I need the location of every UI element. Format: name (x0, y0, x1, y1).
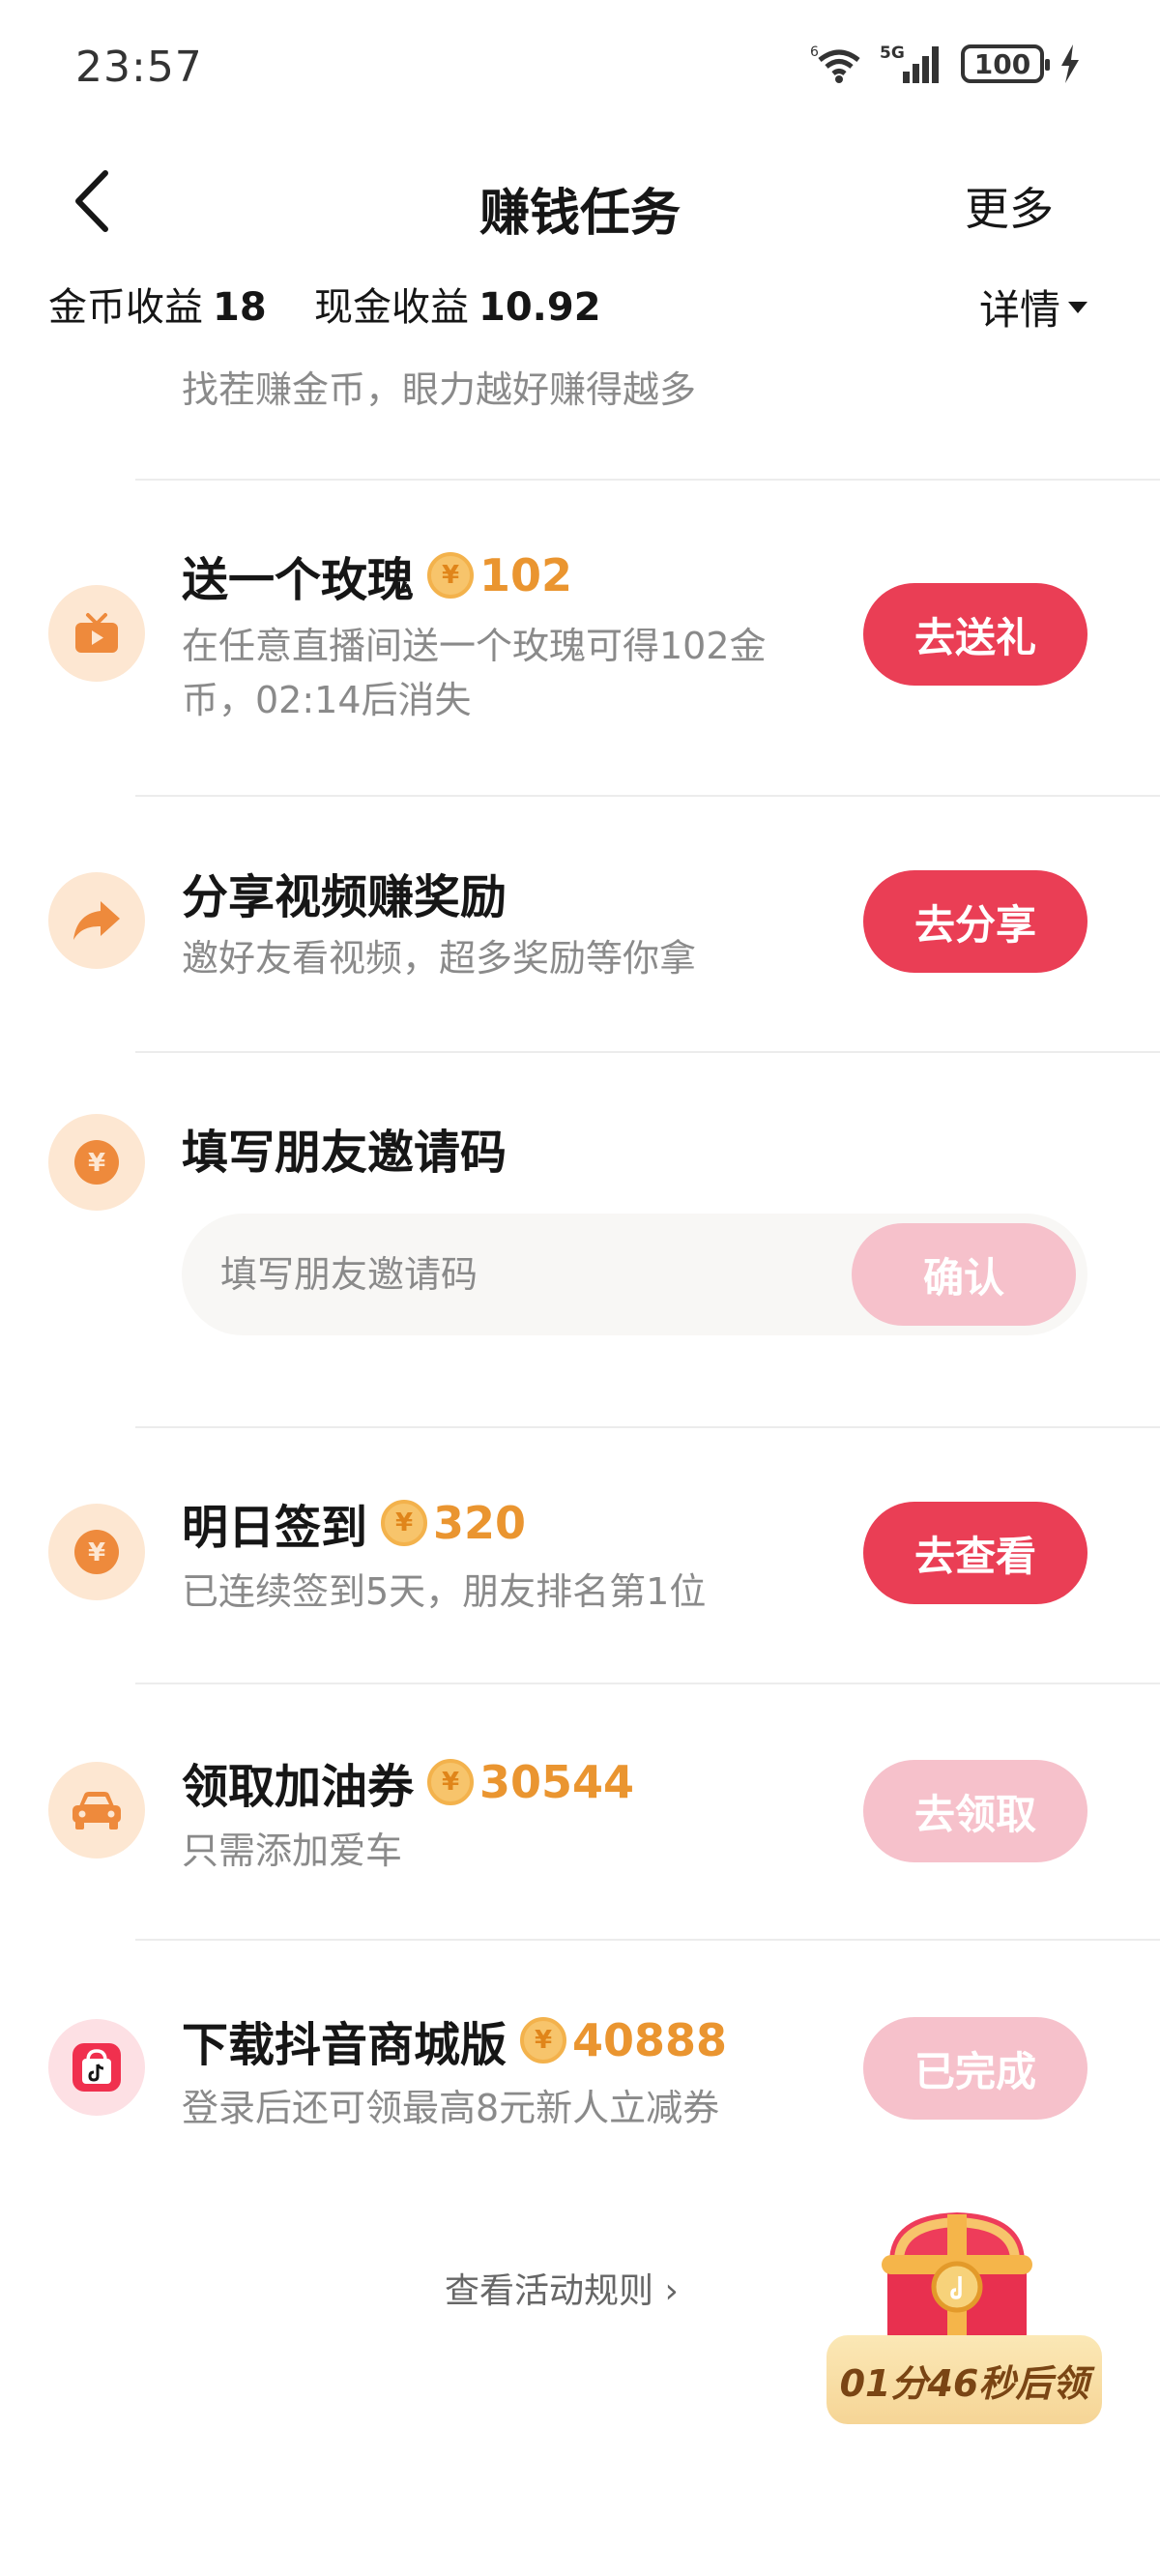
view-button[interactable]: 去查看 (863, 1502, 1088, 1604)
confirm-button[interactable]: 确认 (852, 1223, 1076, 1326)
invite-code-input[interactable] (220, 1245, 762, 1303)
car-icon-badge (48, 1762, 145, 1859)
claim-button[interactable]: 去领取 (863, 1760, 1088, 1862)
coin-icon-badge: ¥ (48, 1114, 145, 1211)
status-icons: 6 5G 100 (810, 43, 1083, 85)
coin-earnings-label: 金币收益 (48, 285, 203, 330)
chest-countdown[interactable]: 01分46秒后领 (826, 2335, 1102, 2424)
task-reward: 30544 (479, 1756, 635, 1808)
divider (135, 1939, 1160, 1941)
task-reward: 102 (479, 549, 573, 601)
wifi-icon: 6 (810, 44, 860, 83)
task-title: 领取加油券 (182, 1760, 415, 1814)
share-arrow-icon (73, 901, 120, 940)
details-label: 详情 (978, 286, 1060, 334)
task-desc: 只需添加爱车 (182, 1830, 403, 1872)
task-reward: 40888 (572, 2014, 728, 2066)
nav-bar: 赚钱任务 更多 (0, 135, 1160, 271)
share-icon-badge (48, 872, 145, 969)
partial-task-desc: 找茬赚金币，眼力越好赚得越多 (182, 368, 697, 411)
task-title: 送一个玫瑰 (182, 553, 415, 607)
task-desc: 登录后还可领最高8元新人立减券 (182, 2087, 720, 2129)
coin-earnings: 金币收益 18 (48, 276, 267, 332)
cash-earnings-value: 10.92 (478, 285, 601, 330)
signal-5g-icon: 5G (880, 44, 939, 83)
task-desc-line: 在任意直播间送一个玫瑰可得102金 (182, 625, 767, 667)
caret-down-icon (1068, 301, 1088, 313)
earnings-summary: 金币收益 18 现金收益 10.92 详情 (0, 266, 1160, 359)
share-button[interactable]: 去分享 (863, 870, 1088, 973)
divider (135, 1683, 1160, 1684)
yuan-coin-icon: ¥ (74, 1140, 119, 1185)
battery-indicator: 100 (961, 44, 1050, 83)
mall-icon-badge (48, 2019, 145, 2116)
completed-button[interactable]: 已完成 (863, 2017, 1088, 2120)
shopping-bag-icon (72, 2043, 121, 2092)
task-desc: 已连续签到5天，朋友排名第1位 (182, 1570, 707, 1613)
task-desc-line: 币，02:14后消失 (182, 679, 472, 721)
activity-rules-link[interactable]: 查看活动规则 › (445, 2263, 679, 2313)
cash-earnings-label: 现金收益 (314, 285, 469, 330)
task-title: 下载抖音商城版 (182, 2018, 508, 2072)
status-bar: 23:57 6 5G 100 (0, 0, 1160, 135)
yuan-coin-icon: ¥ (427, 1759, 475, 1805)
task-title-row: 分享视频赚奖励 (182, 859, 507, 926)
cash-earnings: 现金收益 10.92 (314, 276, 601, 332)
yuan-coin-icon: ¥ (381, 1500, 428, 1546)
task-title-row: 领取加油券 ¥ 30544 (182, 1748, 634, 1816)
send-gift-button[interactable]: 去送礼 (863, 583, 1088, 686)
yuan-coin-icon: ¥ (74, 1530, 119, 1574)
task-desc: 在任意直播间送一个玫瑰可得102金 币，02:14后消失 (182, 619, 767, 727)
coin-earnings-value: 18 (213, 285, 267, 330)
divider (135, 795, 1160, 797)
charging-bolt-icon (1061, 44, 1079, 83)
details-dropdown[interactable]: 详情 (979, 278, 1088, 337)
svg-text:¥: ¥ (88, 1149, 105, 1178)
svg-text:6: 6 (810, 44, 819, 60)
divider (135, 1051, 1160, 1053)
task-title-row: 送一个玫瑰 ¥ 102 (182, 542, 572, 609)
status-time: 23:57 (75, 43, 203, 92)
task-title-row: 下载抖音商城版 ¥ 40888 (182, 2006, 727, 2074)
tv-icon-badge (48, 585, 145, 682)
svg-text:5G: 5G (880, 44, 905, 63)
yuan-coin-icon: ¥ (520, 2017, 567, 2064)
task-title: 分享视频赚奖励 (182, 870, 508, 924)
divider (135, 479, 1160, 481)
task-reward: 320 (433, 1497, 527, 1549)
tv-icon (75, 613, 118, 653)
more-button[interactable]: 更多 (965, 174, 1054, 238)
divider (135, 1426, 1160, 1428)
task-title-row: 填写朋友邀请码 (182, 1114, 507, 1182)
task-desc: 邀好友看视频，超多奖励等你拿 (182, 937, 697, 980)
invite-code-box: 确认 (182, 1214, 1088, 1335)
car-icon (72, 1792, 121, 1830)
coin-icon-badge: ¥ (48, 1504, 145, 1600)
task-title: 填写朋友邀请码 (182, 1126, 508, 1180)
task-title-row: 明日签到 ¥ 320 (182, 1489, 526, 1557)
yuan-coin-icon: ¥ (427, 552, 475, 599)
task-title: 明日签到 (182, 1501, 368, 1555)
svg-text:¥: ¥ (88, 1538, 105, 1567)
